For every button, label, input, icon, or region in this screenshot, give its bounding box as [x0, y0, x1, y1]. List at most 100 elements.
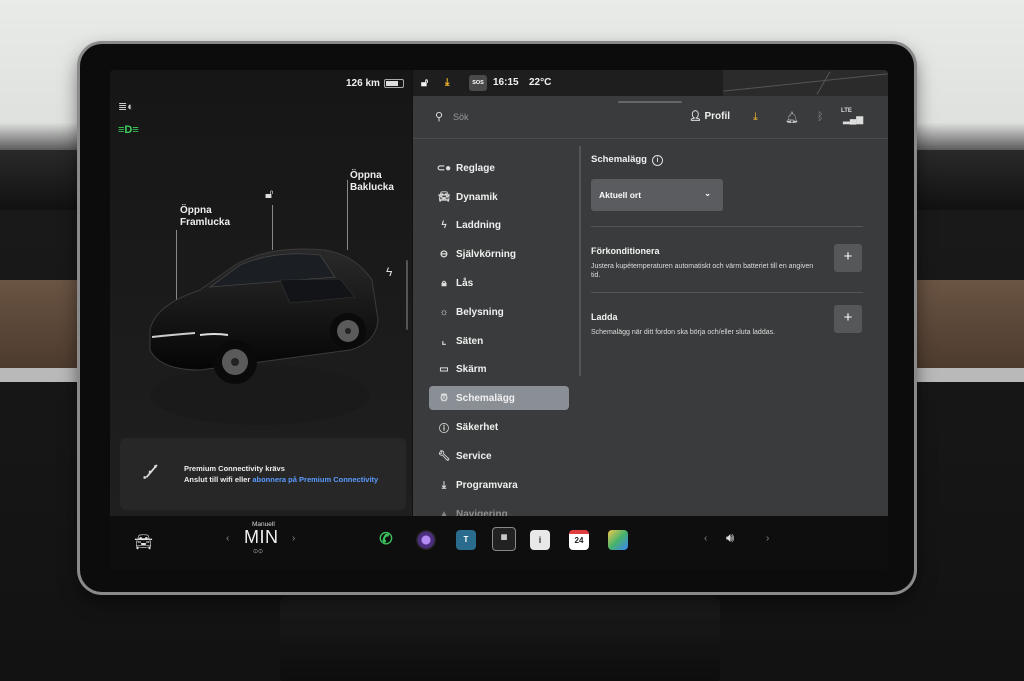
- volume-up-arrow[interactable]: ›: [766, 533, 769, 544]
- menu-item-belysning[interactable]: ☼ Belysning: [429, 298, 569, 327]
- info-icon[interactable]: i: [651, 155, 663, 166]
- frunk-label-line2: Framlucka: [180, 217, 231, 228]
- app-launcher-icon[interactable]: ▦: [492, 527, 516, 551]
- camera-app-icon[interactable]: [416, 530, 436, 550]
- car-panel: 126 km ≣◐ ≡D≡ Öppna Framlucka 🔓︎ Öppna B…: [110, 70, 412, 516]
- unlock-icon[interactable]: 🔓︎: [265, 186, 273, 202]
- menu-item-reglage[interactable]: ⊂● Reglage: [429, 154, 569, 183]
- software-download-icon[interactable]: ⤓: [753, 111, 758, 124]
- map-preview[interactable]: [723, 70, 888, 96]
- schedule-content: Schemalägg i Aktuell ort ⌄ Förkonditioner…: [591, 154, 863, 336]
- volume-down-arrow[interactable]: ‹: [704, 533, 707, 544]
- menu-label: Schemalägg: [456, 392, 515, 404]
- toybox-app-icon[interactable]: T: [456, 530, 476, 550]
- notice-text: Anslut till wifi eller abonnera på Premi…: [184, 475, 378, 484]
- parking-lights-icon: ≡D≡: [118, 124, 139, 136]
- car-controls-icon[interactable]: 🚘︎: [134, 533, 153, 551]
- trunk-label[interactable]: Öppna Baklucka: [350, 170, 394, 194]
- phone-icon[interactable]: ✆: [376, 530, 396, 550]
- menu-item-sakerhet[interactable]: ⓘ Säkerhet: [429, 413, 569, 442]
- schedule-title-row: Schemalägg i: [591, 154, 863, 166]
- trunk-label-line2: Baklucka: [350, 182, 394, 193]
- menu-item-skarm[interactable]: ▭ Skärm: [429, 356, 569, 385]
- topbar-divider: [413, 138, 888, 139]
- menu-label: Skärm: [456, 364, 487, 376]
- profile-button[interactable]: 👤︎ Profil: [689, 111, 730, 122]
- hvac-value[interactable]: MIN: [244, 527, 279, 548]
- menu-item-sjalvkorning[interactable]: ⊖ Självkörning: [429, 240, 569, 269]
- premium-connectivity-notice[interactable]: ⋰̸ Premium Connectivity krävs Anslut til…: [120, 438, 406, 510]
- bluetooth-icon[interactable]: ᛒ: [817, 111, 824, 123]
- charge-description: Schemalägg när ditt fordon ska börja och…: [591, 329, 776, 336]
- touchscreen: 126 km ≣◐ ≡D≡ Öppna Framlucka 🔓︎ Öppna B…: [110, 70, 888, 570]
- menu-item-dynamik[interactable]: 🚘︎ Dynamik: [429, 183, 569, 212]
- settings-menu: ⊂● Reglage 🚘︎ Dynamik ϟ Laddning ⊖ Självkörn…: [429, 154, 569, 529]
- menu-label: Laddning: [456, 220, 501, 232]
- menu-item-programvara[interactable]: ⤓ Programvara: [429, 471, 569, 500]
- menu-item-laddning[interactable]: ϟ Laddning: [429, 212, 569, 241]
- hvac-decrease-arrow[interactable]: ‹: [226, 533, 229, 544]
- menu-label: Service: [456, 451, 492, 463]
- fan-icon: ⊙⊙: [253, 549, 264, 555]
- notice-title: Premium Connectivity krävs: [184, 464, 285, 473]
- lock-status-icon[interactable]: 🔓︎: [421, 77, 428, 90]
- location-dropdown[interactable]: Aktuell ort ⌄: [591, 179, 723, 211]
- steering-wheel-icon: ⊖: [439, 249, 449, 261]
- trunk-label-line1: Öppna: [350, 170, 382, 181]
- screen-icon: ▭: [439, 364, 449, 376]
- add-precondition-button[interactable]: +: [834, 244, 862, 272]
- chevron-down-icon: ⌄: [704, 189, 711, 198]
- photo-app-icon[interactable]: [608, 530, 628, 550]
- settings-topbar: ⚲ 👤︎ Profil ⤓ 🔔︎ ᛒ LTE ▂▄▆: [413, 98, 888, 140]
- sos-button[interactable]: SOS: [469, 75, 487, 91]
- bell-icon[interactable]: 🔔︎: [785, 111, 799, 124]
- hvac-increase-arrow[interactable]: ›: [292, 533, 295, 544]
- charge-port-icon[interactable]: ϟ: [386, 265, 392, 279]
- menu-label: Lås: [456, 278, 474, 290]
- alarm-clock-icon: ⏰︎: [440, 392, 448, 404]
- page-title: Schemalägg: [591, 154, 647, 165]
- menu-item-saten[interactable]: ⌞ Säten: [429, 327, 569, 356]
- volume-icon[interactable]: 🔊︎: [726, 530, 734, 546]
- menu-label: Programvara: [456, 479, 518, 491]
- download-icon: ⤓: [441, 479, 447, 491]
- calendar-app-icon[interactable]: 24: [569, 530, 589, 550]
- precondition-description: Justera kupétemperaturen automatiskt och…: [591, 263, 814, 279]
- premium-connectivity-link[interactable]: abonnera på Premium Connectivity: [252, 475, 378, 484]
- menu-item-las[interactable]: 🔒︎ Lås: [429, 269, 569, 298]
- section-divider: [591, 226, 863, 227]
- wood-trim-left: [0, 280, 90, 368]
- person-icon: 👤︎: [689, 111, 702, 122]
- toggle-icon: ⊂●: [436, 162, 452, 174]
- section-divider: [591, 292, 863, 293]
- download-icon[interactable]: ⤓: [445, 77, 449, 88]
- frunk-label-line1: Öppna: [180, 205, 212, 216]
- bottom-dock: 🚘︎ ‹ Manuell MIN ⊙⊙ › ✆ T ▦ i 24 ‹ 🔊︎ ›: [110, 516, 888, 570]
- frunk-label[interactable]: Öppna Framlucka: [180, 205, 230, 229]
- metal-trim-left: [0, 368, 90, 382]
- settings-panel: 🔓︎ ⤓ SOS 16:15 22°C ⚲ 👤︎ Profil ⤓ 🔔︎ ᛒ L…: [413, 70, 888, 520]
- menu-item-schemalagg[interactable]: ⏰︎ Schemalägg: [429, 386, 569, 411]
- center-console: [280, 595, 720, 681]
- menu-label: Självkörning: [456, 249, 517, 261]
- menu-label: Belysning: [456, 306, 504, 318]
- headlight-auto-icon[interactable]: ≣◐: [118, 100, 134, 113]
- notice-text-prefix: Anslut till wifi eller: [184, 475, 253, 484]
- car-panel-scrollbar[interactable]: [406, 260, 408, 330]
- manual-app-icon[interactable]: i: [530, 530, 550, 550]
- signal-icon: ▂▄▆: [843, 114, 864, 124]
- outside-temperature: 22°C: [529, 77, 552, 88]
- charge-title: Ladda: [591, 312, 618, 322]
- menu-label: Dynamik: [456, 191, 498, 203]
- menu-scrollbar[interactable]: [579, 146, 581, 376]
- seat-icon: ⌞: [441, 335, 447, 347]
- info-circle-icon: ⓘ: [439, 424, 449, 436]
- add-charge-schedule-button[interactable]: +: [834, 305, 862, 333]
- precondition-title: Förkonditionera: [591, 246, 660, 256]
- range-readout: 126 km: [346, 78, 380, 89]
- menu-item-service[interactable]: 🔧︎ Service: [429, 442, 569, 471]
- wrench-icon: 🔧︎: [437, 451, 451, 463]
- search-input[interactable]: [453, 108, 633, 126]
- lock-icon: 🔒︎: [441, 278, 447, 290]
- dropdown-value: Aktuell ort: [599, 190, 642, 200]
